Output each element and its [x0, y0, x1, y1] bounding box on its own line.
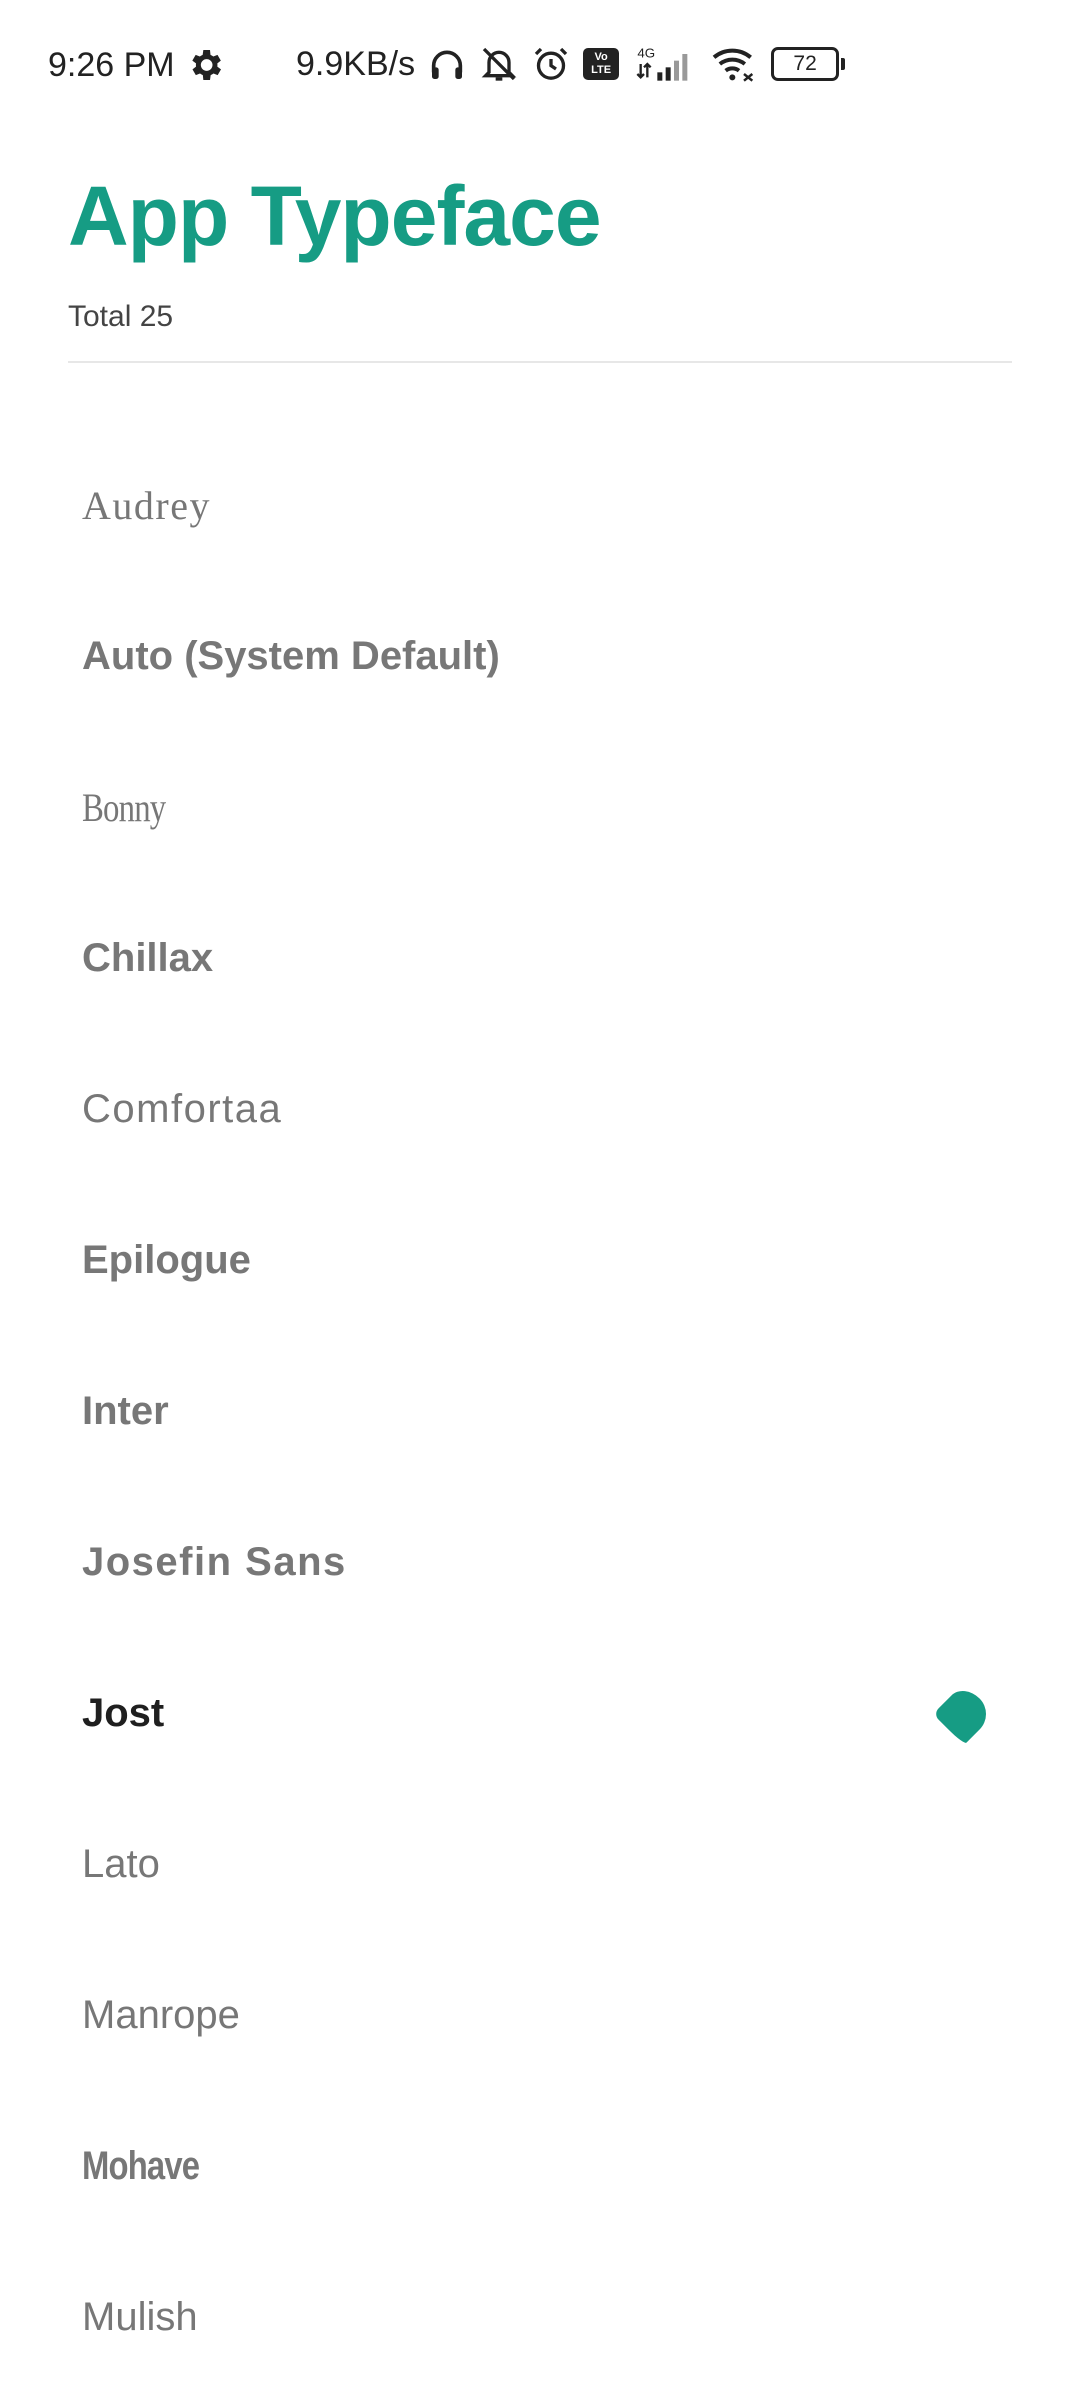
font-item-chillax[interactable]: Chillax — [0, 883, 1080, 1034]
status-bar-right: 9.9KB/s Vo LTE 4G 72 — [296, 40, 846, 88]
font-item-inter[interactable]: Inter — [0, 1336, 1080, 1487]
alarm-icon — [531, 44, 571, 84]
font-item-label: Josefin Sans — [82, 1540, 347, 1584]
font-item-label: Epilogue — [82, 1238, 251, 1282]
settings-gear-icon — [185, 45, 225, 85]
status-bar-left: 9:26 PM — [48, 42, 225, 88]
font-item-lato[interactable]: Lato — [0, 1789, 1080, 1940]
font-item-mulish[interactable]: Mulish — [0, 2242, 1080, 2393]
font-item-josefin-sans[interactable]: Josefin Sans — [0, 1487, 1080, 1638]
font-item-manrope[interactable]: Manrope — [0, 1940, 1080, 2091]
font-item-mohave[interactable]: Mohave — [0, 2091, 1080, 2242]
battery-icon: 72 — [771, 47, 846, 81]
font-item-label: Jost — [82, 1691, 165, 1735]
font-list: Audrey Auto (System Default) Bonny Chill… — [0, 430, 1080, 2393]
font-item-label: Chillax — [82, 936, 214, 980]
selected-check-icon — [932, 1682, 996, 1745]
status-bar: 9:26 PM 9.9KB/s Vo LTE 4G 72 — [0, 0, 1080, 130]
font-item-comfortaa[interactable]: Comfortaa — [0, 1034, 1080, 1185]
font-item-label: Auto (System Default) — [82, 634, 500, 678]
total-count: Total 25 — [68, 300, 174, 333]
font-item-label: Mohave — [82, 2144, 200, 2188]
battery-level: 72 — [793, 52, 817, 75]
font-item-bonny[interactable]: Bonny — [0, 732, 1080, 883]
font-item-epilogue[interactable]: Epilogue — [0, 1185, 1080, 1336]
font-item-auto-system-default[interactable]: Auto (System Default) — [0, 581, 1080, 732]
font-item-label: Manrope — [82, 1993, 240, 2037]
header-divider — [68, 361, 1012, 363]
font-item-label: Bonny — [82, 785, 166, 830]
mobile-signal-icon: 4G — [631, 44, 697, 84]
bell-muted-icon — [479, 44, 519, 84]
network-type-label: 4G — [637, 45, 655, 60]
font-item-label: Comfortaa — [82, 1087, 283, 1131]
font-item-label: Inter — [82, 1389, 169, 1433]
wifi-icon — [709, 44, 759, 84]
font-item-label: Audrey — [82, 483, 211, 528]
page-title: App Typeface — [68, 169, 602, 263]
network-speed: 9.9KB/s — [296, 44, 416, 83]
font-item-audrey[interactable]: Audrey — [0, 430, 1080, 581]
volte-icon: Vo LTE — [583, 48, 620, 80]
status-time: 9:26 PM — [48, 45, 175, 84]
font-item-label: Lato — [82, 1842, 160, 1886]
font-item-jost[interactable]: Jost — [0, 1638, 1080, 1789]
headphones-icon — [427, 44, 467, 84]
font-item-label: Mulish — [82, 2295, 198, 2339]
